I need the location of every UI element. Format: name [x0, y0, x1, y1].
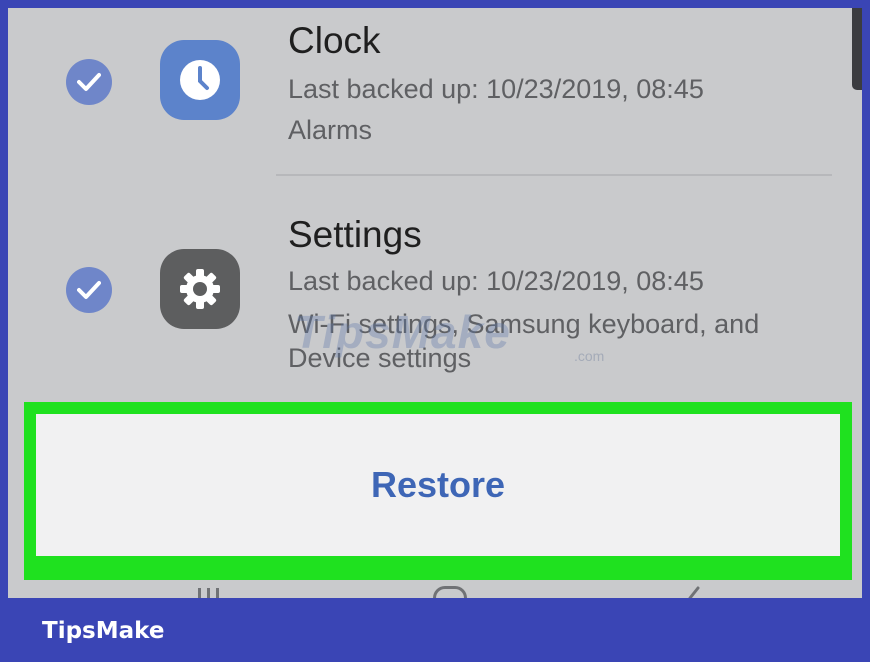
checkmark-icon [77, 281, 101, 299]
watermark-suffix: .com [574, 348, 605, 364]
navigation-bar [8, 580, 862, 598]
brand-logo-text: TipsMake [42, 618, 165, 644]
checkbox-checked-settings[interactable] [66, 267, 112, 313]
clock-icon [180, 60, 220, 100]
restore-button-label: Restore [370, 464, 506, 505]
list-item-clock[interactable]: Clock Last backed up: 10/23/2019, 08:45 … [8, 8, 862, 176]
settings-app-icon [160, 249, 240, 329]
restore-highlight-box: Restore [24, 402, 852, 580]
item-details: Alarms [288, 115, 373, 145]
clock-app-icon [160, 40, 240, 120]
item-last-backup: Last backed up: 10/23/2019, 08:45 [288, 74, 704, 104]
gear-icon [180, 269, 220, 309]
checkmark-icon [77, 73, 101, 91]
watermark-text: TipsMake [294, 306, 511, 358]
restore-screen: Clock Last backed up: 10/23/2019, 08:45 … [8, 8, 862, 598]
recent-apps-icon[interactable] [198, 588, 222, 598]
item-title: Settings [288, 214, 422, 255]
item-title: Clock [288, 20, 381, 61]
restore-button[interactable]: Restore [36, 414, 840, 556]
home-icon[interactable] [433, 586, 467, 598]
checkbox-checked-clock[interactable] [66, 59, 112, 105]
back-icon[interactable] [684, 586, 700, 598]
list-item-settings[interactable]: Settings Last backed up: 10/23/2019, 08:… [8, 176, 862, 398]
footer-bar: TipsMake [0, 598, 870, 662]
item-last-backup: Last backed up: 10/23/2019, 08:45 [288, 266, 704, 296]
